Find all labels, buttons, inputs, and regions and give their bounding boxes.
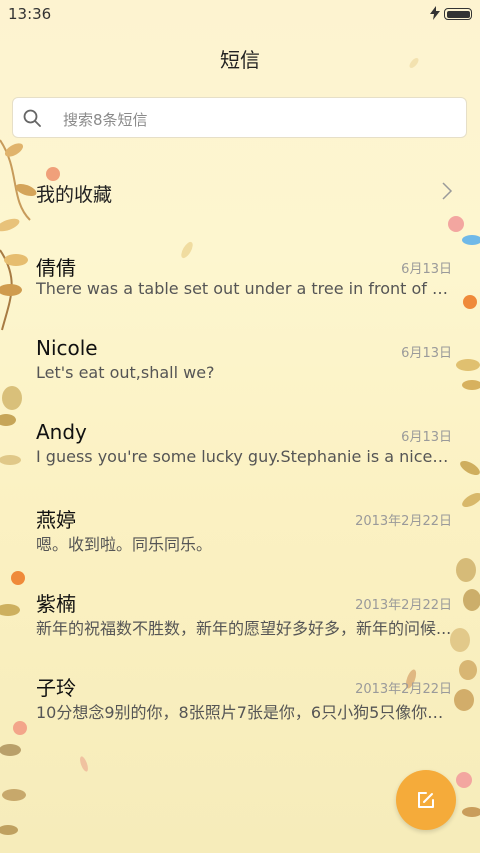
contact-name: 子玲 (36, 676, 76, 700)
message-date: 6月13日 (401, 262, 452, 277)
contact-name: 紫楠 (36, 592, 76, 616)
conversation-row[interactable]: 子玲 2013年2月22日 10分想念9别的你，8张照片7张是你，6只小狗5只像… (0, 672, 480, 756)
chevron-right-icon (442, 182, 453, 200)
message-preview: There was a table set out under a tree i… (36, 279, 452, 298)
search-icon (23, 109, 41, 127)
message-date: 2013年2月22日 (355, 598, 452, 613)
search-placeholder: 搜索8条短信 (63, 111, 148, 129)
message-preview: 10分想念9别的你，8张照片7张是你，6只小狗5只像你，4... (36, 703, 452, 722)
message-preview: I guess you're some lucky guy.Stephanie … (36, 447, 452, 466)
search-input[interactable]: 搜索8条短信 (12, 97, 467, 138)
contact-name: Nicole (36, 336, 98, 360)
charging-icon (430, 6, 440, 20)
status-time: 13:36 (8, 5, 52, 23)
message-date: 6月13日 (401, 430, 452, 445)
contact-name: Andy (36, 420, 87, 444)
conversation-row[interactable]: 紫楠 2013年2月22日 新年的祝福数不胜数，新年的愿望好多好多，新年的问候.… (0, 588, 480, 672)
message-preview: Let's eat out,shall we? (36, 363, 215, 382)
message-date: 2013年2月22日 (355, 682, 452, 697)
message-preview: 嗯。收到啦。同乐同乐。 (36, 535, 213, 554)
page-title: 短信 (220, 48, 260, 72)
message-date: 2013年2月22日 (355, 514, 452, 529)
message-date: 6月13日 (401, 346, 452, 361)
message-preview: 新年的祝福数不胜数，新年的愿望好多好多，新年的问候... (36, 619, 452, 638)
favorites-label: 我的收藏 (36, 184, 113, 206)
conversation-row[interactable]: Andy 6月13日 I guess you're some lucky guy… (0, 420, 480, 504)
conversation-row[interactable]: Nicole 6月13日 Let's eat out,shall we? (0, 336, 480, 420)
status-bar: 13:36 (0, 0, 480, 28)
conversation-row[interactable]: 倩倩 6月13日 There was a table set out under… (0, 252, 480, 336)
compose-button[interactable] (396, 770, 456, 830)
contact-name: 燕婷 (36, 508, 76, 532)
conversation-row[interactable]: 燕婷 2013年2月22日 嗯。收到啦。同乐同乐。 (0, 504, 480, 588)
compose-icon (418, 792, 434, 808)
leaf-decoration (80, 756, 88, 772)
battery-icon (444, 8, 472, 20)
contact-name: 倩倩 (36, 256, 76, 280)
